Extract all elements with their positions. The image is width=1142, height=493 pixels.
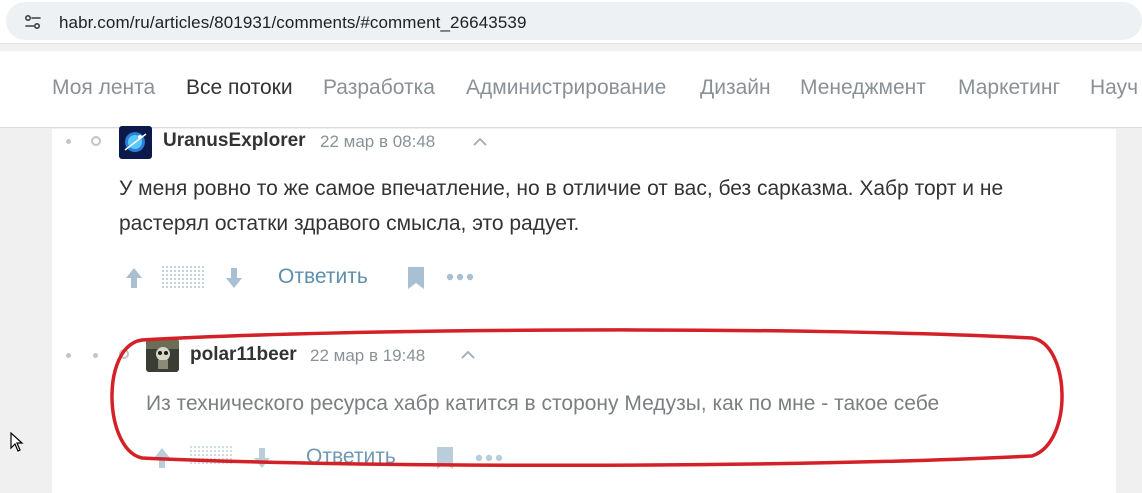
nav-item-science[interactable]: Науч bbox=[1090, 76, 1138, 100]
comment-timestamp[interactable]: 22 мар в 08:48 bbox=[320, 132, 435, 152]
comment-body: Из технического ресурса хабр катится в с… bbox=[146, 386, 1096, 421]
omnibox[interactable]: habr.com/ru/articles/801931/comments/#co… bbox=[6, 2, 1142, 40]
nav-item-administration[interactable]: Администрирование bbox=[466, 76, 666, 100]
comment-author[interactable]: UranusExplorer bbox=[163, 130, 306, 152]
nav-item-management[interactable]: Менеджмент bbox=[800, 76, 926, 100]
site-settings-icon[interactable] bbox=[24, 13, 42, 31]
collapse-up-icon[interactable] bbox=[472, 137, 488, 147]
nav-item-marketing[interactable]: Маркетинг bbox=[958, 76, 1060, 100]
thread-branch-ring bbox=[91, 136, 101, 146]
url-text[interactable]: habr.com/ru/articles/801931/comments/#co… bbox=[59, 13, 527, 33]
vote-down-icon[interactable] bbox=[224, 266, 244, 290]
thread-line-dot bbox=[93, 353, 98, 358]
bookmark-icon[interactable] bbox=[436, 446, 454, 470]
avatar[interactable] bbox=[119, 126, 152, 159]
rating-placeholder bbox=[162, 266, 206, 290]
comment-author[interactable]: polar11beer bbox=[190, 344, 297, 366]
vote-down-icon[interactable] bbox=[252, 446, 272, 470]
nav-item-my-feed[interactable]: Моя лента bbox=[52, 76, 155, 100]
nav-item-development[interactable]: Разработка bbox=[323, 76, 435, 100]
comment-text-line: растерял остатки здравого смысла, это ра… bbox=[119, 212, 580, 235]
nav-item-all-streams[interactable]: Все потоки bbox=[186, 76, 293, 100]
vote-up-icon[interactable] bbox=[152, 446, 172, 470]
avatar[interactable] bbox=[146, 339, 179, 372]
mouse-cursor-icon bbox=[10, 432, 24, 452]
rating-placeholder bbox=[190, 446, 234, 466]
comment-timestamp[interactable]: 22 мар в 19:48 bbox=[310, 346, 425, 366]
nav-item-design[interactable]: Дизайн bbox=[700, 76, 771, 100]
comment-body: У меня ровно то же самое впечатление, но… bbox=[119, 171, 1109, 241]
vote-up-icon[interactable] bbox=[124, 266, 144, 290]
comment-text-line: Из технического ресурса хабр катится в с… bbox=[146, 392, 940, 415]
reply-button[interactable]: Ответить bbox=[306, 445, 396, 469]
browser-address-bar: habr.com/ru/articles/801931/comments/#co… bbox=[0, 0, 1142, 44]
more-options-icon[interactable] bbox=[475, 453, 503, 463]
reply-button[interactable]: Ответить bbox=[278, 265, 368, 289]
bookmark-icon[interactable] bbox=[407, 266, 425, 290]
collapse-up-icon[interactable] bbox=[460, 350, 476, 360]
thread-branch-ring bbox=[119, 349, 129, 359]
more-options-icon[interactable] bbox=[446, 272, 474, 282]
thread-line-dot bbox=[66, 139, 71, 144]
habr-nav: Моя лента Все потоки Разработка Админист… bbox=[0, 51, 1142, 128]
comment-text-line: У меня ровно то же самое впечатление, но… bbox=[119, 177, 1004, 200]
thread-line-dot bbox=[66, 353, 71, 358]
